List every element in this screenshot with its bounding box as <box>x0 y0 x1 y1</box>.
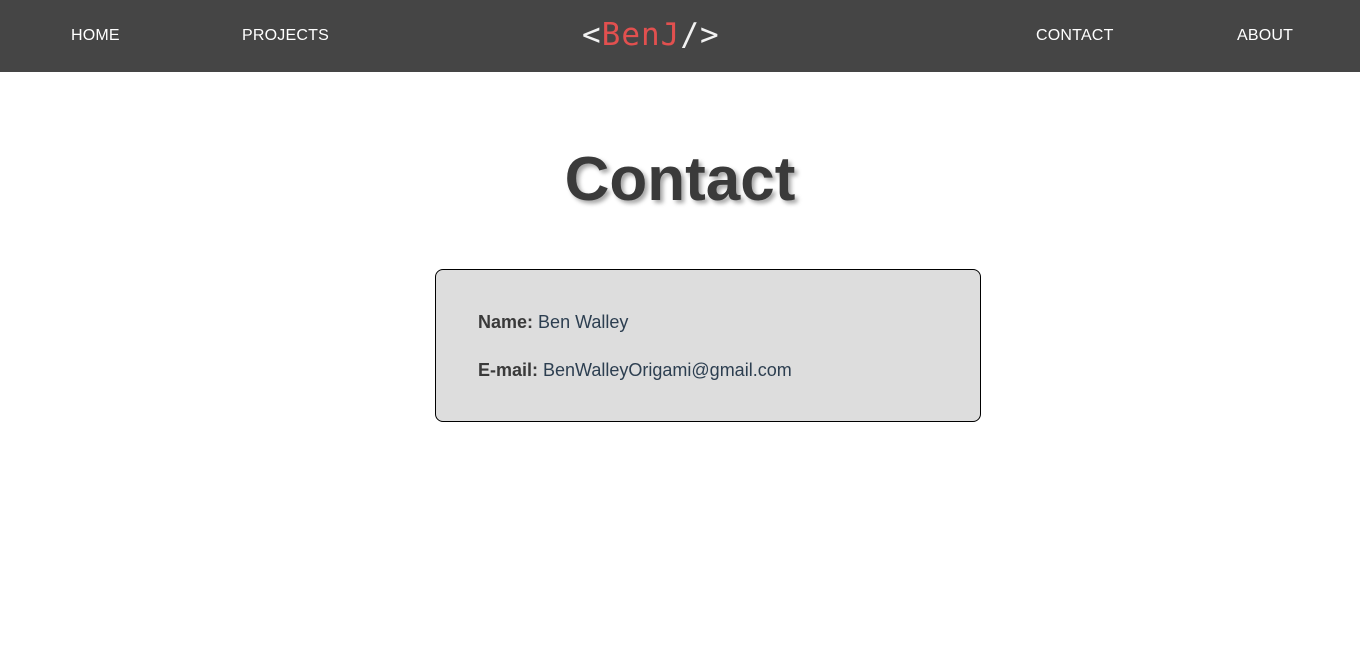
contact-name-row: Name: Ben Walley <box>478 312 628 333</box>
name-value: Ben Walley <box>538 312 629 332</box>
email-value[interactable]: BenWalleyOrigami@gmail.com <box>543 360 792 380</box>
logo-name: BenJ <box>601 17 681 53</box>
nav-about-link[interactable]: ABOUT <box>1237 0 1293 72</box>
site-logo[interactable]: <BenJ/> <box>582 0 720 72</box>
contact-card: Name: Ben Walley E-mail: BenWalleyOrigam… <box>435 269 981 422</box>
logo-close-bracket: /> <box>680 17 720 53</box>
nav-projects-link[interactable]: PROJECTS <box>242 0 329 72</box>
name-label: Name: <box>478 312 534 332</box>
page-title: Contact <box>564 145 796 214</box>
top-navbar: HOME PROJECTS <BenJ/> CONTACT ABOUT <box>0 0 1360 72</box>
email-label: E-mail: <box>478 360 539 380</box>
logo-open-bracket: < <box>582 17 602 53</box>
nav-contact-link[interactable]: CONTACT <box>1036 0 1114 72</box>
nav-home-link[interactable]: HOME <box>71 0 120 72</box>
contact-email-row: E-mail: BenWalleyOrigami@gmail.com <box>478 360 792 381</box>
